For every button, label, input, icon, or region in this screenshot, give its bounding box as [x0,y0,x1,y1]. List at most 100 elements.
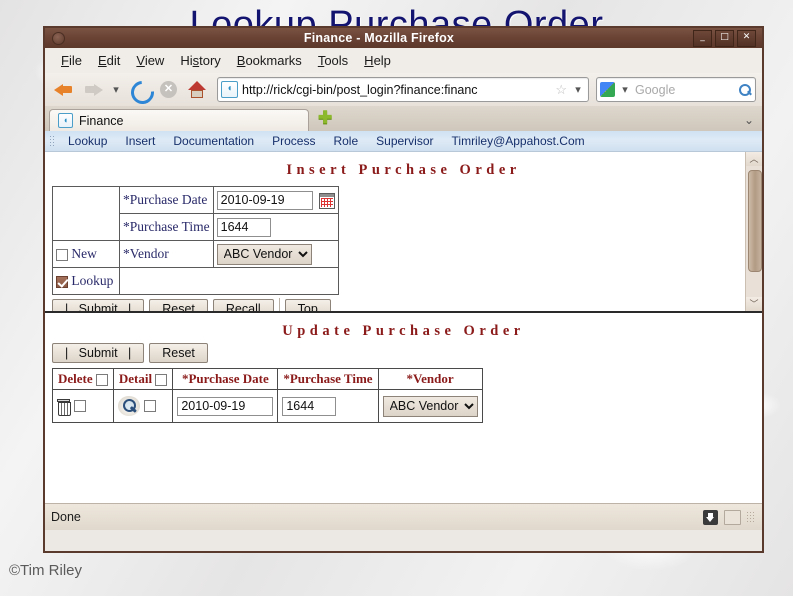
drag-grip-icon[interactable] [49,135,56,147]
row-vendor-select[interactable]: ABC Vendor [382,395,478,417]
app-menu-supervisor[interactable]: Supervisor [367,134,442,148]
update-results-table: Delete Detail *Purchase Date *Purchase T… [52,368,483,423]
update-section-heading: Update Purchase Order [282,323,525,339]
insert-form-table: *Purchase Date *Purchase Time New [52,186,340,295]
insert-section-heading: Insert Purchase Order [286,162,521,178]
page-content: Insert Purchase Order *Purchase Date *Pu… [45,152,762,503]
label-purchase-time: *Purchase Time [119,213,214,241]
insert-top-button[interactable]: Top [284,299,331,311]
column-header-purchase-time: *Purchase Time [277,368,379,390]
menu-item-history[interactable]: History [173,51,227,70]
google-icon[interactable] [600,82,615,97]
column-label-detail: Detail [118,371,153,386]
menu-item-file[interactable]: File [54,51,89,70]
cell-vendor: ABC Vendor [212,240,340,268]
cell-lookup-checkbox: Lookup [52,267,120,295]
cell-row-purchase-time [277,389,379,423]
app-menu-user[interactable]: Timriley@Appahost.Com [443,134,594,148]
chevron-down-icon[interactable]: ▾ [109,83,123,96]
app-menu-role[interactable]: Role [324,134,367,148]
app-menu-lookup[interactable]: Lookup [59,134,116,148]
new-tab-button[interactable]: ✚ [318,108,332,128]
window-icon[interactable] [724,509,741,525]
menu-item-help[interactable]: Help [357,51,398,70]
search-input[interactable]: Google [635,83,735,97]
update-purchase-order-pane: Update Purchase Order | Submit | Reset D… [45,311,762,503]
content-scrollbar[interactable]: ︿ ﹀ [745,152,762,311]
purchase-date-input[interactable] [216,190,313,210]
row-delete-checkbox[interactable] [74,400,86,413]
app-menu-process[interactable]: Process [263,134,324,148]
menu-item-tools[interactable]: Tools [311,51,355,70]
scroll-down-arrow-icon[interactable]: ﹀ [746,297,762,311]
maximize-button[interactable]: □ [715,29,734,47]
search-engine-chevron-icon[interactable]: ▾ [618,83,632,96]
url-dropdown-icon[interactable]: ▾ [571,83,585,96]
update-button-row: | Submit | Reset [52,343,762,363]
lookup-checkbox-label: Lookup [71,273,114,288]
insert-recall-button[interactable]: Recall [212,299,274,311]
cell-new-checkbox: New [52,240,120,268]
new-checkbox-label: New [71,246,97,261]
vendor-select[interactable]: ABC Vendor [216,243,312,265]
search-magnifier-icon[interactable] [738,83,752,97]
menu-item-edit[interactable]: Edit [91,51,127,70]
tab-label: Finance [79,113,124,128]
window-menu-icon[interactable] [52,31,65,45]
detail-all-checkbox[interactable] [155,374,168,387]
insert-reset-button[interactable]: Reset [149,299,208,311]
tab-favicon-icon: ◖ [58,113,73,128]
window-title: Finance - Mozilla Firefox [303,31,455,45]
status-text: Done [51,510,81,524]
trash-icon[interactable] [57,398,71,416]
cell-row-vendor: ABC Vendor [377,389,483,423]
insert-submit-button[interactable]: | Submit | [52,299,145,311]
resize-grip-icon[interactable] [746,511,756,523]
scroll-up-arrow-icon[interactable]: ︿ [746,152,762,166]
app-menu-insert[interactable]: Insert [116,134,164,148]
menu-item-bookmarks[interactable]: Bookmarks [230,51,309,70]
menu-bar: File Edit View History Bookmarks Tools H… [45,48,762,73]
cell-delete [52,389,114,423]
tab-strip: ◖ Finance ✚ ⌄ [45,106,762,131]
url-bar[interactable]: ◖ http://rick/cgi-bin/post_login?finance… [217,77,589,102]
delete-all-checkbox[interactable] [95,374,108,387]
bookmark-star-icon[interactable]: ☆ [555,82,567,98]
calendar-picker-icon[interactable] [319,192,336,209]
minimize-button[interactable]: _ [693,29,712,47]
back-arrow-icon[interactable] [51,77,77,103]
update-submit-button[interactable]: | Submit | [52,343,145,363]
purchase-time-input[interactable] [216,217,271,237]
home-icon[interactable] [184,77,210,103]
column-header-purchase-date: *Purchase Date [172,368,279,390]
app-menu-documentation[interactable]: Documentation [164,134,263,148]
app-menu-bar: Lookup Insert Documentation Process Role… [45,131,762,152]
new-checkbox[interactable] [56,248,68,261]
column-label-delete: Delete [58,371,93,386]
url-text[interactable]: http://rick/cgi-bin/post_login?finance:f… [242,83,551,97]
magnifier-icon[interactable] [117,396,140,416]
search-bar[interactable]: ▾ Google [596,77,756,102]
tab-list-chevron-icon[interactable]: ⌄ [744,113,754,127]
row-purchase-time-input[interactable] [282,396,337,416]
close-button[interactable]: ✕ [737,29,756,47]
menu-item-view[interactable]: View [129,51,171,70]
lookup-checkbox[interactable] [56,275,68,288]
reload-icon[interactable] [126,75,159,109]
update-reset-button[interactable]: Reset [149,343,208,363]
column-header-detail: Detail [112,368,174,390]
row-purchase-date-input[interactable] [177,396,274,416]
form-row-lookup: Lookup [52,267,340,295]
download-arrow-icon[interactable] [703,509,718,525]
empty-cell [52,186,120,241]
column-header-delete: Delete [52,368,114,390]
cell-row-purchase-date [172,389,279,423]
scrollbar-thumb[interactable] [748,170,762,272]
forward-arrow-icon[interactable] [80,77,106,103]
row-detail-checkbox[interactable] [143,400,156,412]
button-separator [278,298,280,311]
stop-icon[interactable]: ✕ [155,77,181,103]
form-row-purchase-date: *Purchase Date [52,186,340,241]
label-purchase-date: *Purchase Date [119,186,214,214]
tab-finance[interactable]: ◖ Finance [49,109,309,131]
